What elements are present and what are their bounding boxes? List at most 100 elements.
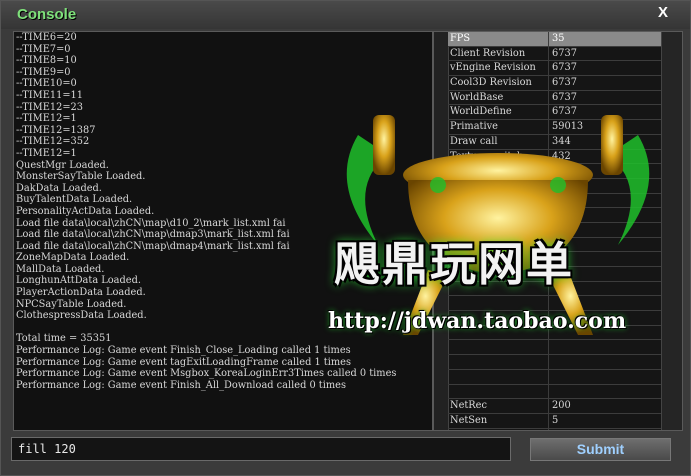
log-line: Performance Log: Game event Finish_Close… — [16, 345, 351, 357]
command-input[interactable] — [11, 437, 511, 461]
close-button[interactable]: X — [658, 4, 668, 21]
stat-row[interactable] — [448, 178, 662, 194]
log-line: ZoneMapData Loaded. — [16, 252, 130, 264]
stat-row[interactable] — [448, 369, 662, 385]
log-line: Load file data\local\zhCN\map\d10_2\mark… — [16, 217, 286, 229]
stat-row[interactable]: Cool3D Revision 6737 — [448, 76, 662, 91]
stat-row[interactable]: Texture switch 432 — [448, 149, 662, 165]
log-line: MonsterSayTable Loaded. — [16, 171, 146, 183]
stat-value — [549, 194, 662, 208]
stat-name: NetRecvPack — [448, 428, 549, 430]
stat-value — [549, 385, 662, 399]
stat-value — [549, 282, 662, 296]
stat-name: Draw call — [448, 134, 549, 149]
stat-name — [448, 311, 549, 325]
log-line: LonghunAttData Loaded. — [16, 275, 141, 287]
stat-name: Texture switch — [448, 149, 549, 164]
stat-value: 200 — [552, 400, 571, 412]
stat-row[interactable]: vEngine Revision 6737 — [448, 61, 662, 77]
stat-row[interactable]: WorldDefine 6737 — [448, 105, 662, 121]
stat-row[interactable] — [448, 237, 662, 253]
submit-button[interactable]: Submit — [530, 438, 671, 461]
stat-row[interactable] — [448, 384, 662, 400]
stat-name: Primative — [448, 120, 549, 134]
stat-row[interactable] — [448, 340, 662, 356]
stat-value — [549, 238, 662, 252]
log-line: PlayerActionData Loaded. — [16, 287, 146, 299]
stat-row[interactable] — [448, 208, 662, 223]
stat-name — [448, 208, 549, 222]
title-bar[interactable]: Console X — [1, 1, 690, 29]
stat-value — [549, 370, 662, 384]
stat-name — [448, 267, 549, 281]
stat-row[interactable]: NetSen 5 — [448, 413, 662, 429]
log-line: Load file data\local\zhCN\map\dmap3\mark… — [16, 229, 290, 241]
stat-name — [448, 237, 549, 252]
stat-row[interactable] — [448, 311, 662, 326]
stat-row[interactable] — [448, 325, 662, 341]
stat-row[interactable] — [448, 296, 662, 312]
stat-name: WorldDefine — [448, 105, 549, 120]
stat-name: NetRec — [448, 399, 549, 413]
stat-value: 344 — [552, 135, 571, 147]
log-line: QuestMgr Loaded. — [16, 159, 109, 171]
stat-value — [549, 179, 662, 193]
log-line: --TIME12=1387 — [16, 124, 96, 136]
stat-value: 432 — [552, 150, 571, 162]
stats-scrollbar[interactable] — [661, 32, 682, 430]
stat-row[interactable]: NetRecvPack3 — [448, 428, 662, 430]
stat-value: 6737 — [552, 62, 577, 74]
stat-value — [549, 164, 662, 178]
log-line: --TIME6=20 — [16, 32, 77, 43]
log-line: --TIME11=11 — [16, 89, 83, 101]
stat-row[interactable] — [448, 267, 662, 282]
log-line: DakData Loaded. — [16, 182, 102, 194]
stat-name — [448, 369, 549, 384]
log-line: Performance Log: Game event tagExitLoadi… — [16, 356, 351, 368]
stat-row[interactable] — [448, 193, 662, 209]
stat-row[interactable] — [448, 355, 662, 370]
stat-name: vEngine Revision — [448, 61, 549, 76]
log-line: --TIME12=1 — [16, 147, 77, 159]
log-output[interactable]: --TIME6=20 --TIME7=0 --TIME8=10 --TIME9=0 --… — [13, 31, 433, 431]
log-line: Performance Log: Game event Finish_All_D… — [16, 379, 346, 391]
stats-panel[interactable]: FPS 35 Client Revision 6737 vEngine Revision… — [433, 31, 683, 431]
stat-name: WorldBase — [448, 90, 549, 105]
stat-value — [549, 223, 662, 237]
stat-name — [448, 296, 549, 311]
stat-value: 6737 — [552, 77, 577, 89]
stat-name — [448, 325, 549, 340]
log-line: --TIME12=23 — [16, 101, 83, 113]
stat-value: 6737 — [552, 106, 577, 118]
stat-value — [549, 296, 662, 310]
stat-row[interactable] — [448, 252, 662, 267]
stat-row[interactable] — [448, 281, 662, 297]
log-line: --TIME7=0 — [16, 43, 71, 55]
console-window: Console X --TIME6=20 --TIME7=0 --TIME8=10-… — [0, 0, 691, 476]
stat-row[interactable] — [448, 222, 662, 238]
stat-row[interactable]: Primative 59013 — [448, 120, 662, 135]
stat-name — [448, 252, 549, 266]
stat-row[interactable]: FPS 35 — [448, 32, 662, 47]
log-line: PersonalityActData Loaded. — [16, 205, 155, 217]
log-line: Load file data\local\zhCN\map\dmap4\mark… — [16, 240, 290, 252]
stat-value — [549, 355, 662, 369]
stat-value: 6737 — [552, 47, 577, 59]
stat-row[interactable]: NetRec 200 — [448, 399, 662, 414]
stat-name: FPS — [448, 32, 549, 46]
stat-value — [549, 326, 662, 340]
stat-name — [448, 178, 549, 193]
stat-value: 59013 — [552, 121, 584, 133]
stat-row[interactable] — [448, 164, 662, 179]
window-title: Console — [17, 6, 77, 23]
log-line: BuyTalentData Loaded. — [16, 194, 133, 206]
log-line: --TIME12=1 — [16, 113, 77, 125]
log-line: Total time = 35351 — [16, 333, 112, 345]
stats-table: FPS 35 Client Revision 6737 vEngine Revision… — [448, 32, 662, 430]
stats-left-scroll[interactable] — [434, 32, 449, 430]
stat-row[interactable]: WorldBase 6737 — [448, 90, 662, 106]
stat-row[interactable]: Draw call 344 — [448, 134, 662, 150]
stat-value — [549, 340, 662, 354]
stat-row[interactable]: Client Revision 6737 — [448, 46, 662, 62]
log-line: ClothespressData Loaded. — [16, 310, 147, 322]
